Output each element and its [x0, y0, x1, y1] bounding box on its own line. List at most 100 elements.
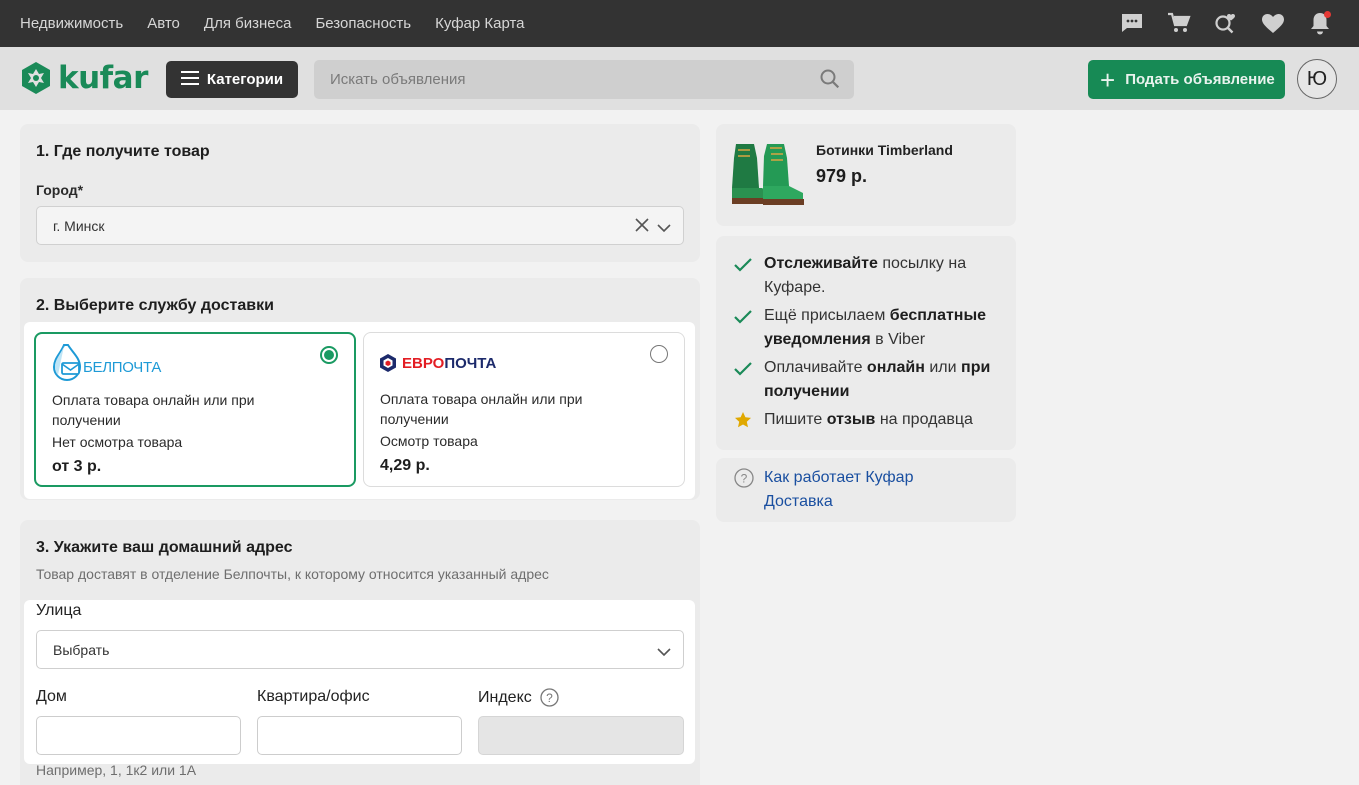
belpochta-payment-line1: Оплата товара онлайн или при [52, 392, 255, 408]
product-image[interactable] [730, 140, 806, 208]
benefit-tracking-bold: Отслеживайте [764, 255, 878, 272]
how-delivery-works-line2: Доставка [764, 493, 833, 510]
street-select[interactable]: Выбрать [36, 630, 684, 669]
top-bar: Недвижимость Авто Для бизнеса Безопаснос… [0, 0, 1359, 47]
delivery-option-belpochta[interactable]: БЕЛПОЧТА Оплата товара онлайн или при по… [34, 332, 356, 487]
radio-belpochta[interactable] [320, 346, 338, 364]
product-card: Ботинки Timberland 979 р. [716, 124, 1016, 226]
benefit-notifications-pre: Ещё присылаем [764, 307, 890, 324]
europochta-logo: ЕВРО ПОЧТА [379, 353, 496, 373]
belpochta-price: от 3 р. [52, 458, 102, 475]
belpochta-inspection: Нет осмотра товара [52, 434, 183, 450]
belpochta-logo-icon [52, 344, 82, 381]
plus-icon: + [1100, 64, 1116, 95]
categories-button[interactable]: Категории [166, 61, 298, 98]
star-icon [734, 411, 752, 437]
benefit-payment-mid: или [924, 359, 962, 376]
menu-icon [180, 70, 199, 89]
benefit-payment-pre: Оплачивайте [764, 359, 867, 376]
delivery-options: БЕЛПОЧТА Оплата товара онлайн или при по… [24, 322, 695, 499]
post-ad-button[interactable]: + Подать объявление [1088, 60, 1285, 99]
top-nav-business[interactable]: Для бизнеса [204, 15, 292, 32]
question-circle-icon: ? [734, 468, 754, 493]
section2-title: 2. Выберите службу доставки [36, 297, 274, 314]
belpochta-logo-text: БЕЛПОЧТА [83, 359, 162, 376]
apartment-label: Квартира/офис [257, 688, 370, 705]
benefit-tracking-text2: Куфаре. [764, 279, 826, 296]
check-icon [734, 308, 752, 332]
delivery-benefits: Отслеживайте посылку на Куфаре. Ещё присы… [716, 236, 1016, 450]
europochta-payment-line1: Оплата товара онлайн или при [380, 391, 583, 407]
top-nav-kufar-map[interactable]: Куфар Карта [435, 15, 524, 32]
top-nav: Недвижимость Авто Для бизнеса Безопаснос… [20, 15, 549, 32]
benefit-notifications-rest: в Viber [870, 331, 926, 348]
street-value: Выбрать [53, 641, 110, 658]
belpochta-payment-line2: получении [52, 412, 121, 428]
address-form: Улица Выбрать Дом Квартира/офис Индекс ? [24, 600, 695, 764]
benefit-notifications-bold2: уведомления [764, 331, 871, 348]
index-input [478, 716, 684, 755]
europochta-payment-line2: получении [380, 411, 449, 427]
house-input[interactable] [36, 716, 241, 755]
benefit-tracking-text1: посылку на [877, 255, 967, 272]
benefit-payment: Оплачивайте онлайн или при получении [734, 356, 1004, 404]
top-nav-real-estate[interactable]: Недвижимость [20, 15, 123, 32]
check-icon [734, 360, 752, 384]
top-nav-auto[interactable]: Авто [147, 15, 180, 32]
chat-icon[interactable] [1119, 10, 1145, 36]
section3-subtitle: Товар доставят в отделение Белпочты, к к… [36, 566, 549, 582]
how-delivery-works-line1: Как работает Куфар [764, 469, 914, 486]
svg-text:?: ? [741, 472, 748, 486]
benefit-tracking: Отслеживайте посылку на Куфаре. [734, 252, 1004, 300]
chevron-down-icon[interactable] [657, 644, 671, 660]
europochta-logo-icon [380, 354, 396, 372]
notification-dot [1324, 11, 1331, 18]
apartment-input[interactable] [257, 716, 462, 755]
benefit-payment-bold1: онлайн [866, 359, 925, 376]
help-card: ? Как работает Куфар Доставка [716, 458, 1016, 522]
main-header: kufar Категории Искать объявления + Пода… [0, 47, 1359, 110]
post-ad-label: Подать объявление [1125, 71, 1275, 88]
search-placeholder: Искать объявления [330, 71, 466, 88]
top-nav-security[interactable]: Безопасность [315, 15, 411, 32]
europochta-logo-text-1: ЕВРО [402, 354, 445, 372]
delivery-option-europochta[interactable]: ЕВРО ПОЧТА Оплата товара онлайн или при … [363, 332, 685, 487]
benefit-payment-bold2: при [961, 359, 991, 376]
top-icons [1098, 10, 1333, 36]
svg-text:?: ? [546, 691, 553, 705]
belpochta-logo: БЕЛПОЧТА [52, 344, 161, 382]
clear-icon[interactable] [635, 218, 649, 235]
europochta-inspection: Осмотр товара [380, 433, 478, 449]
city-value: г. Минск [53, 217, 105, 234]
heart-icon[interactable] [1260, 10, 1286, 36]
benefit-review-pre: Пишите [764, 411, 827, 428]
search-input[interactable]: Искать объявления [314, 60, 854, 99]
section3-title: 3. Укажите ваш домашний адрес [36, 539, 293, 556]
cart-icon[interactable] [1166, 10, 1192, 36]
city-label: Город* [36, 182, 84, 198]
index-label: Индекс ? [478, 688, 559, 707]
product-name[interactable]: Ботинки Timberland [816, 142, 953, 158]
kufar-logo[interactable]: kufar [20, 61, 148, 95]
benefit-notifications: Ещё присылаем бесплатные уведомления в Vi… [734, 304, 1004, 352]
benefit-review-bold: отзыв [826, 411, 876, 428]
categories-label: Категории [206, 71, 284, 88]
check-icon [734, 256, 752, 280]
europochta-price: 4,29 р. [380, 457, 430, 474]
city-select[interactable]: г. Минск [36, 206, 684, 245]
street-label: Улица [36, 602, 82, 619]
radio-europochta[interactable] [650, 345, 668, 363]
how-delivery-works-link[interactable]: Как работает Куфар Доставка [764, 466, 913, 514]
saved-search-icon[interactable] [1213, 10, 1239, 36]
avatar[interactable]: Ю [1297, 59, 1337, 99]
europochta-logo-text-2: ПОЧТА [444, 354, 497, 372]
benefit-notifications-bold1: бесплатные [889, 307, 987, 324]
product-price: 979 р. [816, 166, 868, 186]
section1-title: 1. Где получите товар [36, 143, 210, 160]
kufar-logo-icon [22, 62, 50, 94]
index-label-text: Индекс [478, 688, 532, 706]
chevron-down-icon[interactable] [657, 220, 671, 236]
bell-icon[interactable] [1307, 10, 1333, 36]
help-icon[interactable]: ? [540, 688, 559, 707]
search-icon[interactable] [820, 69, 840, 93]
